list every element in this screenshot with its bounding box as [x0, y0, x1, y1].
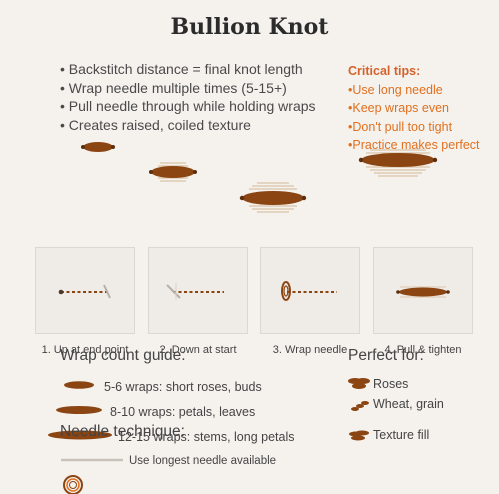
key-points-list: Backstitch distance = final knot length … [60, 60, 316, 134]
tip-item: Don't pull too tight [348, 118, 480, 137]
step-panel-3 [260, 247, 360, 334]
key-point: Backstitch distance = final knot length [60, 60, 316, 79]
page-title: Bullion Knot [170, 14, 329, 40]
short-wrap-swatch [64, 381, 94, 389]
small-knot-icon [81, 142, 115, 152]
critical-tips: Critical tips: Use long needle Keep wrap… [348, 62, 480, 155]
key-point: Creates raised, coiled texture [60, 116, 316, 135]
technique-heading: Needle technique: [60, 423, 185, 440]
medium-knot-icon [149, 162, 197, 182]
tip-item: Practice makes perfect [348, 136, 479, 155]
step-panel-4 [373, 247, 473, 334]
wrap-guide-item: 5-6 wraps: short roses, buds [104, 380, 262, 394]
perfect-for-item: Roses [373, 377, 409, 391]
texture-fill-icon [349, 430, 369, 441]
rose-icon [348, 378, 370, 389]
perfect-for-item: Texture fill [373, 428, 430, 442]
tip-item: Use long needle [348, 81, 480, 100]
key-point: Wrap needle multiple times (5-15+) [60, 79, 316, 98]
medium-wrap-swatch [56, 406, 102, 414]
tip-item: Keep wraps even [348, 99, 480, 118]
coil-icon [63, 475, 83, 494]
step-panel-2 [148, 247, 248, 334]
wrap-guide-heading: Wrap count guide: [60, 347, 186, 364]
wheat-icon [351, 401, 369, 411]
key-point: Pull needle through while holding wraps [60, 97, 316, 116]
perfect-for-heading: Perfect for: [348, 347, 424, 364]
critical-tips-heading: Critical tips: [348, 64, 421, 78]
large-knot-icon [239, 182, 307, 213]
wrap-guide-item: 8-10 wraps: petals, leaves [110, 405, 256, 419]
perfect-for-item: Wheat, grain [373, 397, 444, 411]
step-panel-1 [35, 247, 135, 334]
technique-item: Use longest needle available [129, 455, 277, 467]
